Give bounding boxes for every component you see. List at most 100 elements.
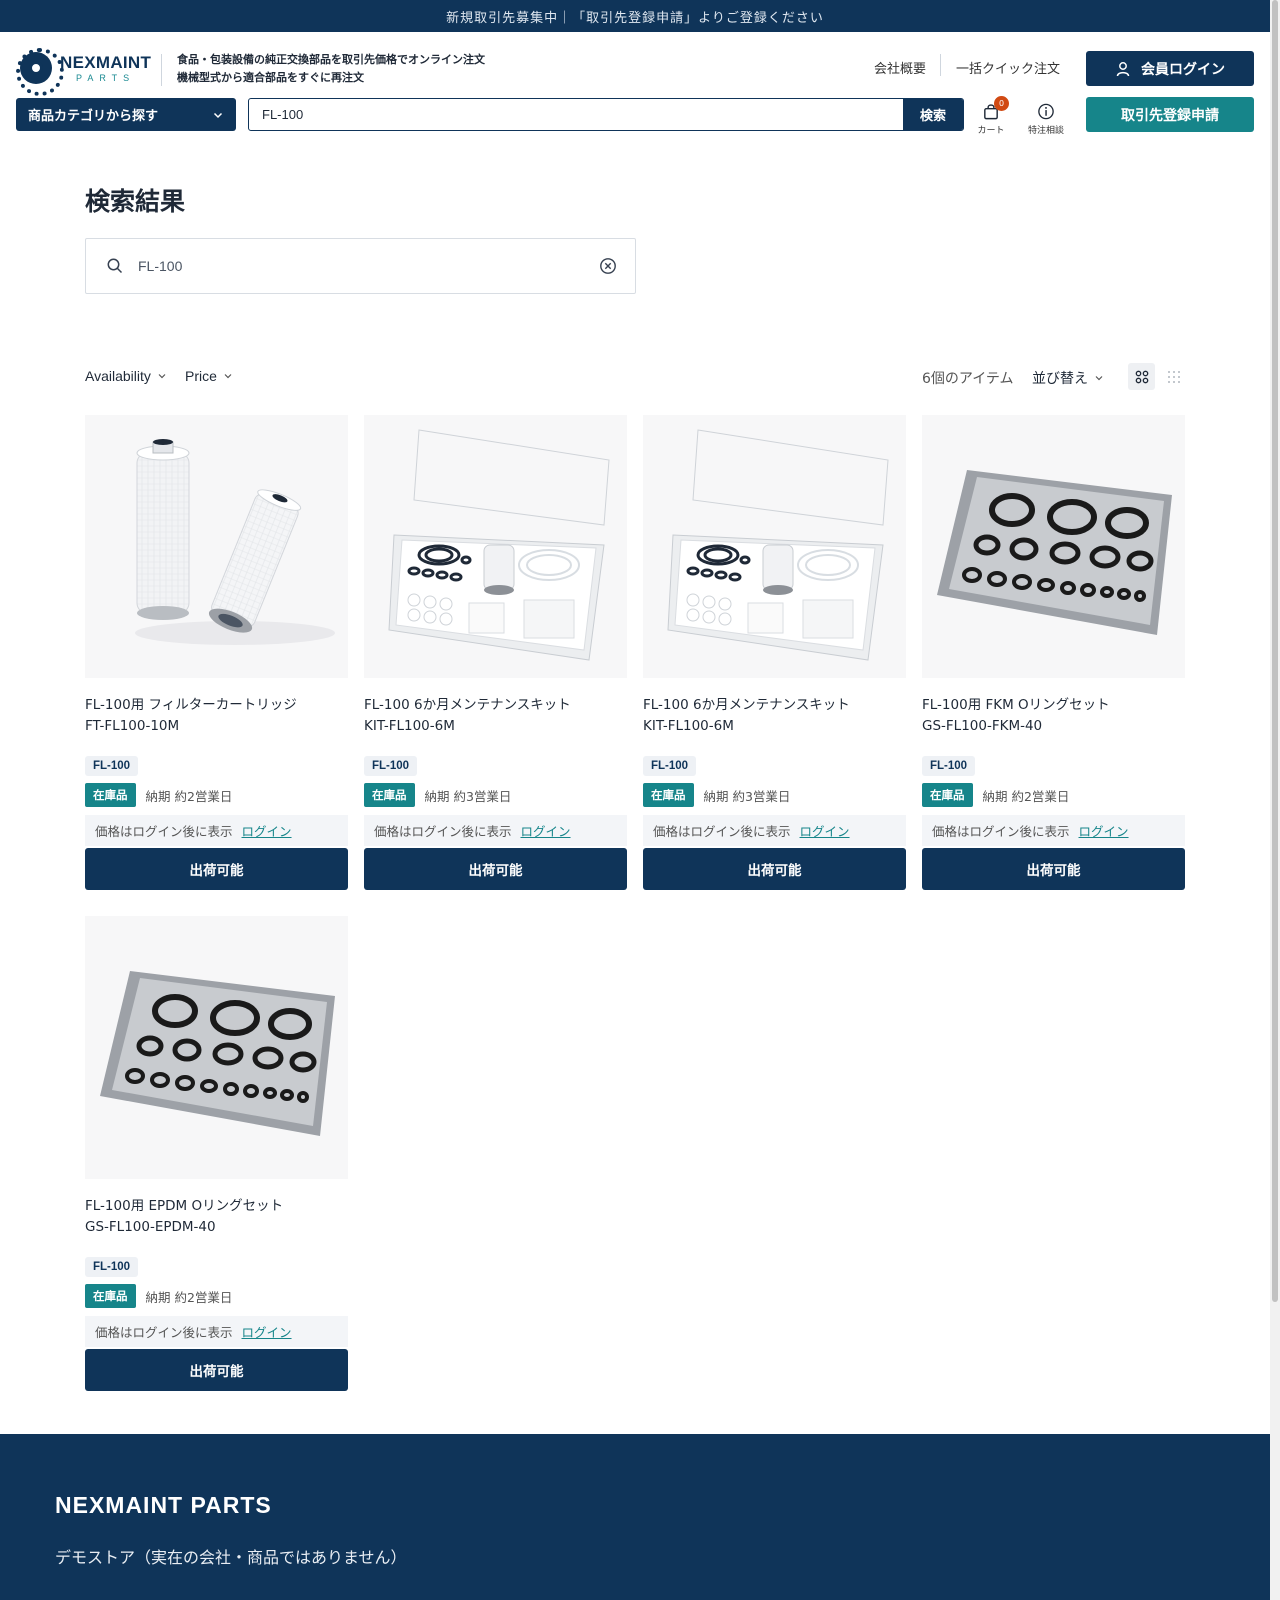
ship-button-label: 出荷可能 bbox=[189, 1364, 244, 1380]
site-header: NEXMAINT PARTS 食品・包装設備の純正交換部品を取引先価格でオンライ… bbox=[0, 32, 1270, 140]
price-filter[interactable]: Price bbox=[185, 368, 233, 384]
tagline-line-1: 食品・包装設備の純正交換部品を取引先価格でオンライン注文 bbox=[177, 53, 485, 66]
site-logo[interactable]: NEXMAINT PARTS bbox=[16, 48, 152, 96]
available-to-ship-button[interactable]: 出荷可能 bbox=[85, 848, 348, 890]
lead-time: 納期 約2営業日 bbox=[982, 788, 1070, 804]
product-title[interactable]: FL-100用 EPDM Oリングセット GS-FL100-EPDM-40 bbox=[85, 1196, 348, 1238]
company-link[interactable]: 会社概要 bbox=[874, 58, 926, 77]
lead-time: 納期 約2営業日 bbox=[145, 788, 233, 804]
header-search: FL-100 検索 bbox=[248, 98, 964, 131]
price-login-link[interactable]: ログイン bbox=[800, 821, 850, 840]
page-scrollbar[interactable] bbox=[1270, 0, 1280, 1600]
announcement-bar: 新規取引先募集中｜「取引先登録申請」よりご登録ください bbox=[0, 0, 1270, 32]
product-card[interactable]: FL-100 6か月メンテナンスキット KIT-FL100-6M FL-100 … bbox=[643, 415, 906, 890]
product-name: FL-100用 FKM Oリングセット bbox=[922, 697, 1110, 713]
available-to-ship-button[interactable]: 出荷可能 bbox=[922, 848, 1185, 890]
member-login-button[interactable]: 会員ログイン bbox=[1086, 51, 1254, 86]
price-notice: 価格はログイン後に表示 ログイン bbox=[643, 815, 906, 846]
available-to-ship-button[interactable]: 出荷可能 bbox=[85, 1349, 348, 1391]
cart-label: カート bbox=[977, 126, 1005, 136]
product-name: FL-100 6か月メンテナンスキット bbox=[364, 697, 571, 713]
product-image-oring-tray[interactable] bbox=[922, 415, 1185, 678]
footer-brand: NEXMAINT PARTS bbox=[55, 1492, 272, 1518]
clear-search-icon[interactable] bbox=[599, 257, 617, 275]
logo-wordmark: NEXMAINT bbox=[60, 52, 152, 72]
maintenance-kit-picture bbox=[388, 429, 610, 661]
price-login-link[interactable]: ログイン bbox=[242, 1322, 292, 1341]
header-search-input[interactable]: FL-100 bbox=[249, 99, 903, 130]
chevron-down-icon bbox=[213, 112, 223, 118]
available-to-ship-button[interactable]: 出荷可能 bbox=[364, 848, 627, 890]
nav-divider bbox=[940, 54, 941, 76]
stock-badge: 在庫品 bbox=[85, 1284, 136, 1308]
product-card[interactable]: FL-100用 EPDM Oリングセット GS-FL100-EPDM-40 FL… bbox=[85, 916, 348, 1391]
product-card[interactable]: FL-100用 FKM Oリングセット GS-FL100-FKM-40 FL-1… bbox=[922, 415, 1185, 890]
product-card[interactable]: FL-100 6か月メンテナンスキット KIT-FL100-6M FL-100 … bbox=[364, 415, 627, 890]
lead-time: 納期 約3営業日 bbox=[703, 788, 791, 804]
grid-view-icon bbox=[1135, 370, 1148, 383]
product-title[interactable]: FL-100用 FKM Oリングセット GS-FL100-FKM-40 bbox=[922, 695, 1185, 737]
dense-grid-icon bbox=[1167, 370, 1180, 383]
price-notice: 価格はログイン後に表示 ログイン bbox=[85, 815, 348, 846]
ship-button-label: 出荷可能 bbox=[468, 863, 523, 879]
availability-filter-label: Availability bbox=[85, 368, 151, 384]
price-notice-text: 価格はログイン後に表示 bbox=[95, 1325, 233, 1340]
tagline: 食品・包装設備の純正交換部品を取引先価格でオンライン注文 機械型式から適合部品を… bbox=[177, 51, 485, 87]
grid-view-toggle[interactable] bbox=[1128, 363, 1155, 390]
header-search-value: FL-100 bbox=[262, 107, 304, 122]
available-to-ship-button[interactable]: 出荷可能 bbox=[643, 848, 906, 890]
chevron-down-icon bbox=[158, 374, 166, 379]
tagline-line-2: 機械型式から適合部品をすぐに再注文 bbox=[177, 71, 364, 84]
product-image-maintenance-kit[interactable] bbox=[643, 415, 906, 678]
compact-view-toggle[interactable] bbox=[1160, 363, 1187, 390]
price-notice-text: 価格はログイン後に表示 bbox=[374, 824, 512, 839]
product-image-oring-tray[interactable] bbox=[85, 916, 348, 1179]
search-icon bbox=[107, 258, 123, 274]
cart-button[interactable]: 0 カート bbox=[966, 96, 1016, 136]
chevron-down-icon bbox=[224, 374, 232, 379]
header-search-button-label: 検索 bbox=[919, 109, 946, 124]
price-notice-text: 価格はログイン後に表示 bbox=[95, 824, 233, 839]
product-card[interactable]: FL-100用 フィルターカートリッジ FT-FL100-10M FL-100 … bbox=[85, 415, 348, 890]
scrollbar-thumb[interactable] bbox=[1272, 0, 1278, 1302]
header-search-button[interactable]: 検索 bbox=[903, 99, 963, 130]
product-sku: KIT-FL100-6M bbox=[643, 718, 734, 734]
product-image-maintenance-kit[interactable] bbox=[364, 415, 627, 678]
product-sku: KIT-FL100-6M bbox=[364, 718, 455, 734]
special-order-label: 特注相談 bbox=[1027, 126, 1064, 136]
price-notice: 価格はログイン後に表示 ログイン bbox=[922, 815, 1185, 846]
site-footer: NEXMAINT PARTS デモストア（実在の会社・商品ではありません） bbox=[0, 1434, 1270, 1600]
product-title[interactable]: FL-100 6か月メンテナンスキット KIT-FL100-6M bbox=[364, 695, 627, 737]
category-dropdown[interactable]: 商品カテゴリから探す bbox=[16, 98, 236, 131]
cart-count-badge: 0 bbox=[994, 96, 1009, 111]
special-order-button[interactable]: 特注相談 bbox=[1021, 98, 1071, 136]
price-filter-label: Price bbox=[185, 368, 217, 384]
member-login-label: 会員ログイン bbox=[1141, 61, 1225, 78]
price-login-link[interactable]: ログイン bbox=[242, 821, 292, 840]
price-notice: 価格はログイン後に表示 ログイン bbox=[85, 1316, 348, 1347]
product-image-filter-cartridge[interactable] bbox=[85, 415, 348, 678]
availability-filter[interactable]: Availability bbox=[85, 368, 167, 384]
model-tag: FL-100 bbox=[922, 756, 976, 776]
price-login-link[interactable]: ログイン bbox=[521, 821, 571, 840]
model-tag: FL-100 bbox=[364, 756, 418, 776]
logo-subtitle: PARTS bbox=[76, 72, 136, 83]
sort-dropdown[interactable]: 並び替え bbox=[1032, 368, 1104, 388]
register-button[interactable]: 取引先登録申請 bbox=[1086, 97, 1254, 132]
product-name: FL-100用 フィルターカートリッジ bbox=[85, 697, 297, 713]
product-name: FL-100 6か月メンテナンスキット bbox=[643, 697, 850, 713]
product-title[interactable]: FL-100 6か月メンテナンスキット KIT-FL100-6M bbox=[643, 695, 906, 737]
results-search-input[interactable]: FL-100 bbox=[85, 238, 636, 294]
model-tag: FL-100 bbox=[643, 756, 697, 776]
stock-badge: 在庫品 bbox=[364, 783, 415, 807]
quick-order-link[interactable]: 一括クイック注文 bbox=[956, 58, 1060, 77]
page-title: 検索結果 bbox=[85, 187, 186, 216]
model-tag: FL-100 bbox=[85, 1257, 139, 1277]
product-sku: FT-FL100-10M bbox=[85, 718, 180, 734]
stock-badge: 在庫品 bbox=[85, 783, 136, 807]
product-title[interactable]: FL-100用 フィルターカートリッジ FT-FL100-10M bbox=[85, 695, 348, 737]
oring-tray-picture bbox=[937, 470, 1172, 635]
filter-cartridge-picture bbox=[135, 439, 335, 645]
category-dropdown-label: 商品カテゴリから探す bbox=[28, 109, 159, 124]
price-login-link[interactable]: ログイン bbox=[1079, 821, 1129, 840]
